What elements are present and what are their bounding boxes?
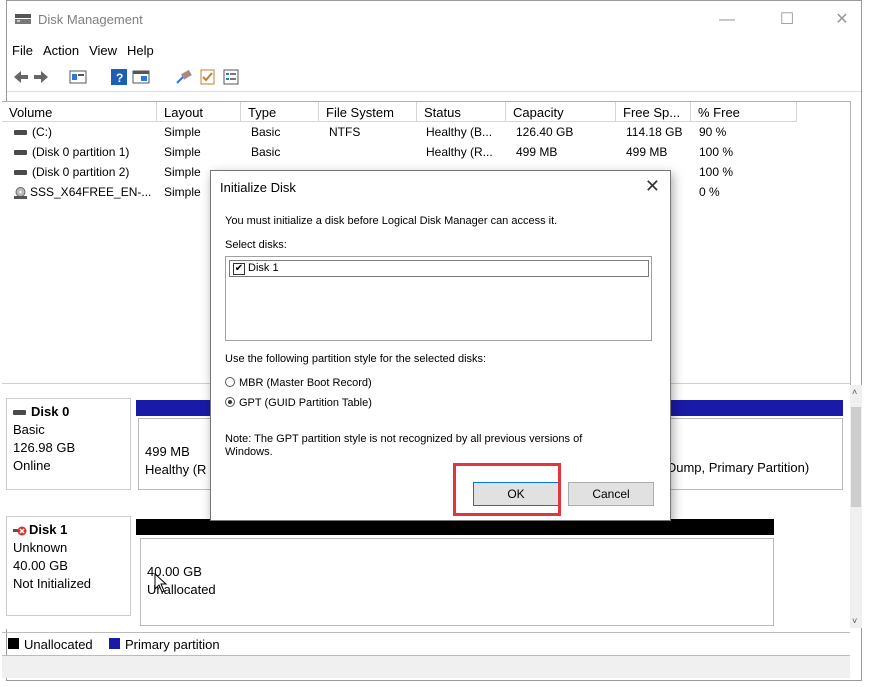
legend-unallocated: Unallocated — [24, 637, 93, 652]
cell-pct: 90 % — [699, 125, 727, 139]
disk-0-size: 126.98 GB — [13, 440, 76, 455]
col-volume[interactable]: Volume — [2, 102, 157, 122]
disk-1-state: Not Initialized — [13, 576, 92, 591]
dialog-title: Initialize Disk — [220, 180, 296, 195]
connect-icon[interactable] — [175, 69, 193, 85]
cell-pct: 0 % — [699, 185, 720, 199]
mbr-radio[interactable] — [225, 377, 235, 387]
scrollbar-thumb[interactable] — [851, 407, 861, 507]
disk-1-size: 40.00 GB — [13, 558, 68, 573]
partition-description: n Dump, Primary Partition) — [656, 460, 810, 475]
checklist-icon[interactable] — [200, 69, 216, 85]
col-status[interactable]: Status — [417, 102, 506, 122]
cell-status: Healthy (B... — [426, 125, 493, 139]
drive-icon — [14, 130, 27, 136]
disk-0-type: Basic — [13, 422, 45, 437]
col-layout[interactable]: Layout — [157, 102, 241, 122]
status-bar — [2, 656, 850, 678]
disk-0-state: Online — [13, 458, 51, 473]
title-bar: Disk Management — ☐ ✕ — [7, 1, 861, 39]
partition-size: 499 MB — [145, 444, 190, 459]
cell-layout: Simple — [164, 125, 201, 139]
forward-arrow-icon[interactable] — [33, 69, 49, 85]
legend-primary: Primary partition — [125, 637, 220, 652]
disk-checkbox[interactable]: ✔ — [233, 263, 245, 275]
disk-1-info[interactable]: Disk 1 Unknown 40.00 GB Not Initialized — [6, 516, 131, 616]
mbr-option[interactable]: MBR (Master Boot Record) — [225, 377, 372, 389]
disk-1-partition[interactable]: 40.00 GB Unallocated — [140, 538, 774, 626]
cell-pct: 100 % — [699, 165, 734, 179]
col-file-system[interactable]: File System — [319, 102, 417, 122]
dvd-drive-icon — [14, 186, 27, 199]
menu-help[interactable]: Help — [122, 39, 159, 58]
cell-capacity: 499 MB — [516, 145, 558, 159]
cell-layout: Simple — [164, 145, 201, 159]
table-row[interactable]: (Disk 0 partition 1) — [14, 145, 129, 159]
disk-management-icon — [15, 14, 31, 24]
dialog-close-icon[interactable]: ✕ — [645, 176, 660, 197]
cell-free: 499 MB — [626, 145, 668, 159]
select-disks-label: Select disks: — [225, 239, 287, 251]
cell-capacity: 126.40 GB — [516, 125, 574, 139]
disk-list-icon[interactable] — [69, 69, 87, 85]
cell-layout: Simple — [164, 185, 201, 199]
list-item[interactable]: ✔ Disk 1 — [229, 260, 649, 277]
help-icon[interactable]: ? — [111, 69, 127, 85]
disk-1-name: Disk 1 — [13, 521, 130, 539]
gpt-option[interactable]: GPT (GUID Partition Table) — [225, 397, 372, 409]
maximize-button[interactable]: ☐ — [772, 9, 802, 31]
settings-list-icon[interactable] — [223, 69, 239, 85]
partition-status: Healthy (R — [145, 462, 207, 477]
properties-icon[interactable] — [132, 69, 150, 85]
disk-1-unallocated-bar — [136, 519, 774, 535]
disk-1-type: Unknown — [13, 540, 68, 555]
disk-0-info[interactable]: Disk 0 Basic 126.98 GB Online — [6, 398, 131, 490]
gpt-note: Note: The GPT partition style is not rec… — [225, 433, 583, 458]
mouse-cursor-icon — [154, 573, 168, 593]
toolbar: ? — [7, 63, 861, 92]
cell-type: Basic — [251, 145, 281, 159]
drive-icon — [14, 150, 27, 156]
initialize-disk-dialog: Initialize Disk ✕ You must initialize a … — [210, 170, 671, 521]
window-title: Disk Management — [38, 12, 143, 27]
col-type[interactable]: Type — [241, 102, 319, 122]
cell-fs: NTFS — [329, 125, 361, 139]
disk-0-name: Disk 0 — [13, 403, 130, 421]
disk-listbox[interactable]: ✔ Disk 1 — [225, 256, 652, 341]
svg-text:?: ? — [116, 71, 123, 85]
ok-highlight-box — [453, 463, 561, 516]
table-row[interactable]: SSS_X64FREE_EN-... — [14, 185, 151, 199]
cell-pct: 100 % — [699, 145, 734, 159]
menu-bar: File Action View Help — [7, 39, 861, 63]
menu-file[interactable]: File — [7, 39, 38, 58]
menu-action[interactable]: Action — [38, 39, 84, 58]
dialog-intro: You must initialize a disk before Logica… — [225, 215, 558, 227]
graphical-view-scrollbar[interactable]: ˄ ˅ — [850, 385, 862, 628]
back-arrow-icon[interactable] — [13, 69, 29, 85]
gpt-radio[interactable] — [225, 397, 235, 407]
col-percent-free[interactable]: % Free — [691, 102, 797, 122]
drive-icon — [14, 170, 27, 176]
close-button[interactable]: ✕ — [827, 9, 857, 31]
col-free-space[interactable]: Free Sp... — [616, 102, 691, 122]
minimize-button[interactable]: — — [712, 9, 742, 31]
disk-icon — [13, 410, 26, 416]
legend-bar: Unallocated Primary partition — [2, 632, 850, 656]
cell-type: Basic — [251, 125, 281, 139]
partition-style-label: Use the following partition style for th… — [225, 353, 487, 365]
cell-free: 114.18 GB — [626, 125, 683, 139]
cell-layout: Simple — [164, 165, 201, 179]
unallocated-swatch — [8, 638, 19, 649]
table-row[interactable]: (Disk 0 partition 2) — [14, 165, 129, 179]
table-row[interactable]: (C:) — [14, 125, 52, 139]
cell-status: Healthy (R... — [426, 145, 493, 159]
scroll-down-icon[interactable]: ˅ — [852, 616, 857, 626]
scroll-up-icon[interactable]: ˄ — [852, 387, 857, 397]
menu-view[interactable]: View — [84, 39, 122, 58]
primary-partition-swatch — [109, 638, 120, 649]
cancel-button[interactable]: Cancel — [568, 482, 654, 506]
col-capacity[interactable]: Capacity — [506, 102, 616, 122]
disk-error-icon — [13, 526, 27, 536]
